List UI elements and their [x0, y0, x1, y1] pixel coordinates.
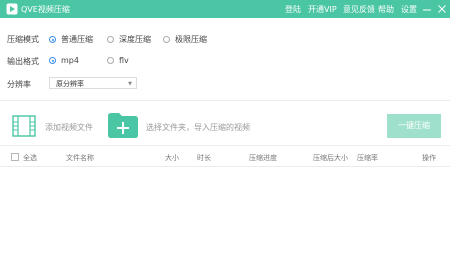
minimize-icon[interactable] — [421, 2, 433, 16]
col-duration: 时长 — [197, 154, 211, 162]
radio-unselected-icon — [163, 36, 170, 43]
app-logo-icon — [6, 3, 18, 15]
add-video-icon[interactable] — [12, 114, 36, 138]
radio-normal-label: 普通压缩 — [61, 35, 93, 44]
settings-link[interactable]: 设置 — [401, 4, 417, 15]
file-table-header: 全选 文件名称 大小 时长 压缩进度 压缩后大小 压缩率 操作 — [0, 150, 450, 166]
title-bar: QVE视频压缩 登陆 开通VIP 意见反馈 帮助 设置 — [0, 0, 450, 18]
radio-flv-label: flv — [119, 56, 129, 65]
resolution-select[interactable]: 原分辨率 ▼ — [49, 77, 137, 89]
col-actions: 操作 — [422, 154, 436, 162]
col-compressed-size: 压缩后大小 — [313, 154, 348, 162]
radio-selected-icon — [49, 57, 56, 64]
radio-extreme-label: 极限压缩 — [175, 35, 207, 44]
app-title: QVE视频压缩 — [21, 5, 70, 14]
radio-deep[interactable]: 深度压缩 — [107, 34, 151, 45]
radio-deep-label: 深度压缩 — [119, 35, 151, 44]
compress-mode-label: 压缩模式 — [7, 35, 39, 44]
radio-mp4[interactable]: mp4 — [49, 56, 79, 65]
divider — [0, 145, 450, 146]
chevron-down-icon: ▼ — [128, 81, 132, 87]
vip-link[interactable]: 开通VIP — [308, 4, 337, 15]
col-ratio: 压缩率 — [357, 154, 378, 162]
feedback-link[interactable]: 意见反馈 — [343, 4, 375, 15]
close-icon[interactable] — [436, 2, 448, 16]
compress-all-button[interactable]: 一键压缩 — [387, 114, 441, 138]
add-folder-link[interactable]: 选择文件夹，导入压缩的视频 — [146, 122, 250, 133]
add-folder-icon[interactable] — [108, 112, 138, 138]
resolution-label: 分辨率 — [7, 80, 31, 89]
resolution-value: 原分辨率 — [56, 80, 84, 88]
radio-extreme[interactable]: 极限压缩 — [163, 34, 207, 45]
add-video-link[interactable]: 添加视频文件 — [45, 122, 93, 133]
radio-flv[interactable]: flv — [107, 56, 129, 65]
help-link[interactable]: 帮助 — [378, 4, 394, 15]
radio-unselected-icon — [107, 57, 114, 64]
select-all-checkbox[interactable] — [11, 153, 19, 161]
col-filename: 文件名称 — [66, 154, 94, 162]
select-all-label: 全选 — [23, 154, 37, 162]
divider — [0, 166, 450, 167]
radio-selected-icon — [49, 36, 56, 43]
col-progress: 压缩进度 — [249, 154, 277, 162]
radio-unselected-icon — [107, 36, 114, 43]
output-format-label: 输出格式 — [7, 57, 39, 66]
col-size: 大小 — [165, 154, 179, 162]
divider — [0, 100, 450, 101]
radio-normal[interactable]: 普通压缩 — [49, 34, 93, 45]
radio-mp4-label: mp4 — [61, 56, 79, 65]
login-link[interactable]: 登陆 — [285, 4, 301, 15]
